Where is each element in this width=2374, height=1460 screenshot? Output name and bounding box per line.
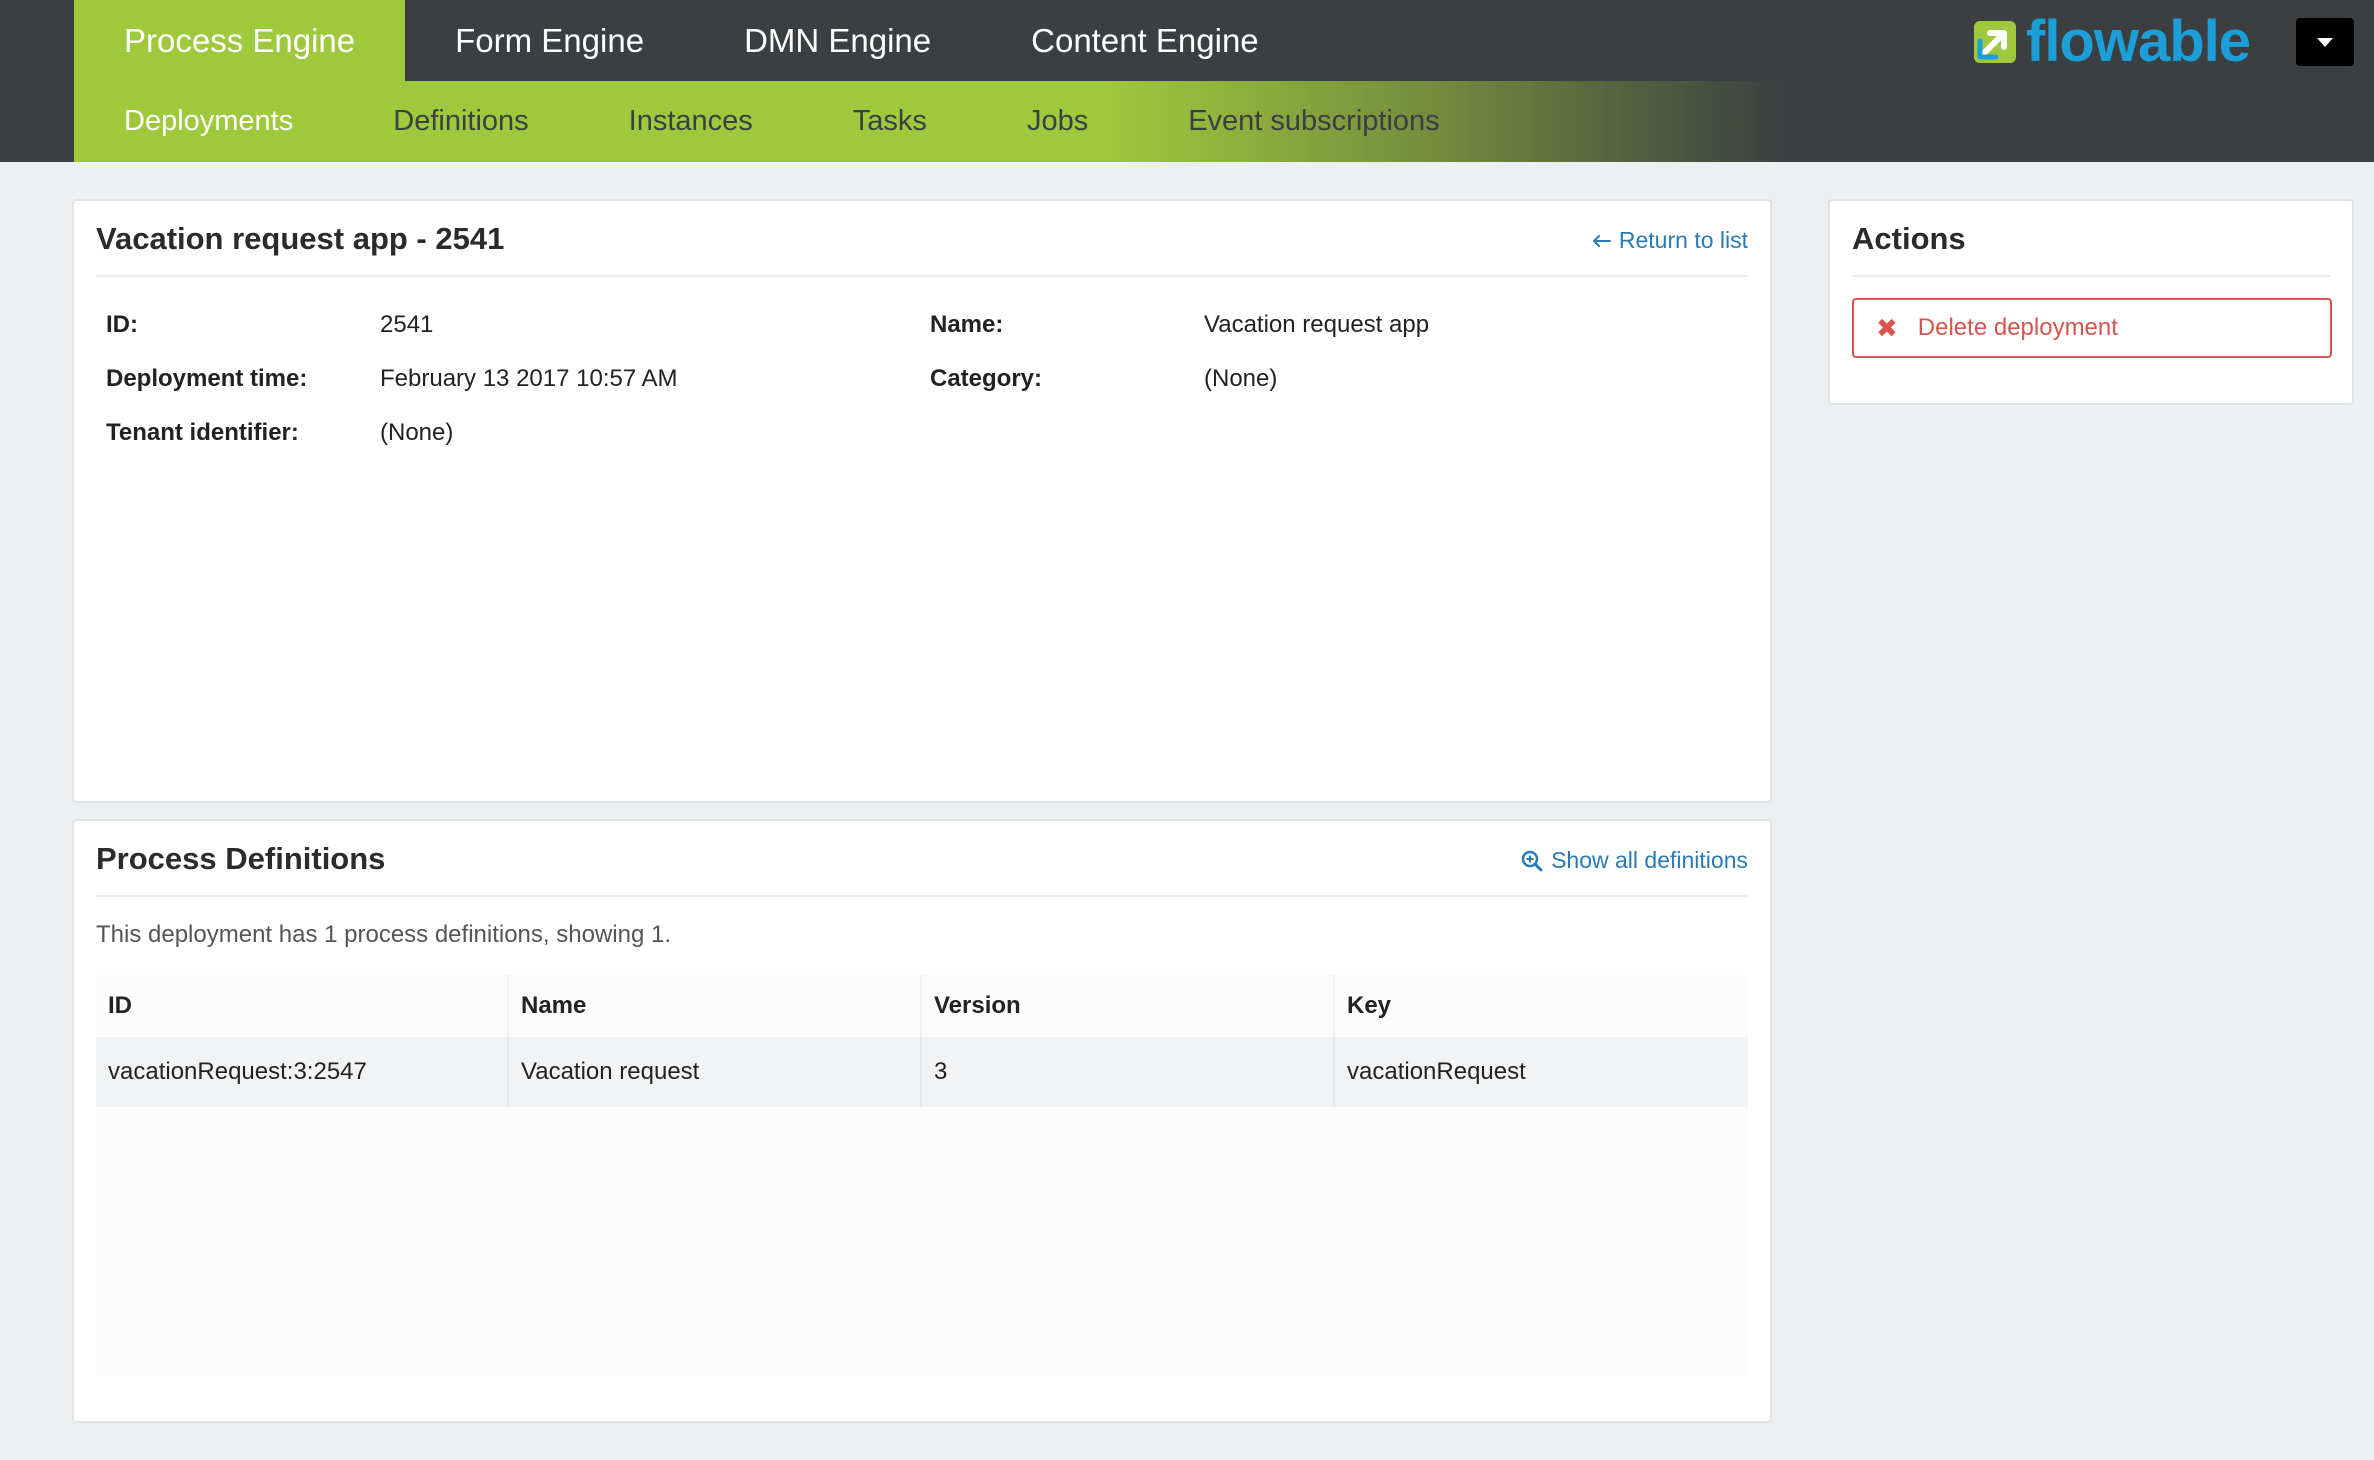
id-value: 2541 [380, 311, 434, 338]
tab-tasks[interactable]: Tasks [803, 81, 977, 162]
process-definitions-title: Process Definitions [96, 841, 386, 876]
divider [96, 895, 1748, 897]
tab-definitions[interactable]: Definitions [343, 81, 578, 162]
process-definitions-table: ID Name Version Key vacationRequest:3:25… [96, 975, 1748, 1375]
arrow-left-icon [1592, 234, 1611, 248]
cell-version: 3 [922, 1037, 1335, 1107]
name-label: Name: [930, 311, 1004, 338]
tab-deployments[interactable]: Deployments [74, 81, 343, 162]
table-header: ID Name Version Key [96, 975, 1748, 1037]
tab-process-engine[interactable]: Process Engine [74, 0, 406, 81]
page-title: Vacation request app - 2541 [96, 221, 505, 256]
section-nav: Deployments Definitions Instances Tasks … [74, 81, 1784, 162]
category-value: (None) [1204, 365, 1278, 392]
deployment-time-label: Deployment time: [106, 365, 308, 392]
divider [96, 275, 1748, 277]
name-value: Vacation request app [1204, 311, 1430, 338]
show-all-definitions-link[interactable]: Show all definitions [1521, 847, 1748, 874]
process-definitions-panel: Process Definitions Show all definitions… [72, 819, 1772, 1423]
tenant-identifier-label: Tenant identifier: [106, 419, 299, 446]
return-to-list-link[interactable]: Return to list [1592, 227, 1748, 254]
flowable-logo: flowable [1974, 9, 2251, 74]
engine-nav: Process Engine Form Engine DMN Engine Co… [74, 0, 1309, 81]
panel-notch [1814, 223, 1828, 251]
tab-instances[interactable]: Instances [579, 81, 803, 162]
return-to-list-label: Return to list [1618, 227, 1748, 253]
tab-content-engine[interactable]: Content Engine [981, 0, 1309, 81]
column-header-name[interactable]: Name [509, 975, 922, 1037]
cell-name: Vacation request [509, 1037, 922, 1107]
divider [1852, 275, 2330, 277]
column-header-key[interactable]: Key [1335, 975, 1748, 1037]
zoom-in-icon [1521, 850, 1543, 872]
cell-key: vacationRequest [1347, 1058, 1526, 1085]
caret-down-icon [2317, 37, 2333, 47]
category-label: Category: [930, 365, 1043, 392]
tenant-identifier-value: (None) [380, 419, 454, 446]
close-icon: ✖ [1876, 312, 1898, 343]
id-label: ID: [106, 311, 138, 338]
delete-deployment-label: Delete deployment [1917, 314, 2118, 341]
tab-form-engine[interactable]: Form Engine [405, 0, 694, 81]
actions-panel: Actions ✖ Delete deployment [1814, 199, 2354, 405]
tab-dmn-engine[interactable]: DMN Engine [694, 0, 981, 81]
app-header: Process Engine Form Engine DMN Engine Co… [0, 0, 2374, 162]
actions-title: Actions [1852, 221, 1966, 256]
deployment-details-panel: Vacation request app - 2541 Return to li… [72, 199, 1772, 803]
column-header-id[interactable]: ID [96, 975, 509, 1037]
tab-event-subscriptions[interactable]: Event subscriptions [1138, 81, 1489, 162]
flowable-logo-text: flowable [2026, 9, 2251, 74]
cell-id: vacationRequest:3:2547 [96, 1037, 509, 1107]
column-header-version[interactable]: Version [922, 975, 1335, 1037]
flowable-logo-icon [1974, 21, 2016, 63]
user-menu-button[interactable] [2296, 18, 2354, 66]
show-all-definitions-label: Show all definitions [1551, 847, 1748, 873]
tab-jobs[interactable]: Jobs [977, 81, 1138, 162]
table-row[interactable]: vacationRequest:3:2547 Vacation request … [96, 1037, 1748, 1107]
definitions-summary: This deployment has 1 process definition… [96, 921, 671, 948]
delete-deployment-button[interactable]: ✖ Delete deployment [1852, 298, 2332, 358]
deployment-time-value: February 13 2017 10:57 AM [380, 365, 678, 392]
